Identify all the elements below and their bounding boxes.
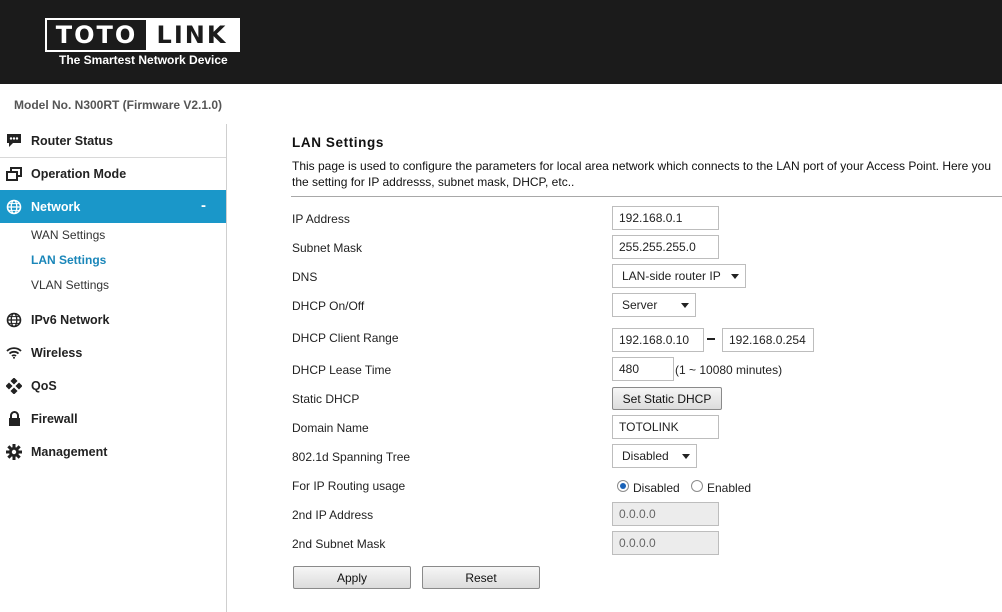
set-static-dhcp-button[interactable]: Set Static DHCP	[612, 387, 722, 410]
chevron-down-icon	[731, 274, 739, 279]
globe-icon	[6, 312, 22, 328]
second-ip-input[interactable]: 0.0.0.0	[612, 502, 719, 526]
sidebar-item-management[interactable]: Management	[0, 435, 226, 468]
logo-left-text: TOTO	[55, 21, 138, 49]
second-ip-label: 2nd IP Address	[292, 508, 374, 522]
lock-icon	[6, 410, 22, 427]
sidebar-item-operation-mode[interactable]: Operation Mode	[0, 157, 226, 190]
sidebar-item-qos[interactable]: QoS	[0, 369, 226, 402]
chevron-down-icon	[682, 454, 690, 459]
dhcp-label: DHCP On/Off	[292, 299, 365, 313]
static-dhcp-label: Static DHCP	[292, 392, 360, 406]
chevron-down-icon	[681, 303, 689, 308]
ip-routing-label: For IP Routing usage	[292, 479, 406, 493]
apply-button[interactable]: Apply	[293, 566, 411, 589]
sidebar-item-label: Router Status	[31, 133, 113, 148]
lease-time-label: DHCP Lease Time	[292, 363, 392, 377]
sidebar-item-label: IPv6 Network	[31, 312, 110, 327]
subnet-mask-input[interactable]: 255.255.255.0	[612, 235, 719, 259]
sidebar-item-label: Firewall	[31, 411, 78, 426]
dhcp-range-start-input[interactable]: 192.168.0.10	[612, 328, 704, 352]
sidebar-subitem-vlan-settings[interactable]: VLAN Settings	[31, 278, 109, 292]
ip-routing-enabled-radio[interactable]	[691, 480, 703, 492]
divider	[291, 196, 1002, 197]
second-mask-label: 2nd Subnet Mask	[292, 537, 386, 551]
dhcp-range-label: DHCP Client Range	[292, 331, 399, 345]
spanning-tree-select[interactable]: Disabled	[612, 444, 697, 468]
totolink-logo: TOTO LINK	[45, 18, 240, 52]
sidebar-item-router-status[interactable]: Router Status	[0, 124, 226, 157]
sidebar-item-label: Operation Mode	[31, 167, 127, 181]
sidebar-item-ipv6-network[interactable]: IPv6 Network	[0, 303, 226, 336]
subnet-mask-label: Subnet Mask	[292, 241, 363, 255]
globe-icon	[6, 199, 22, 215]
sidebar-item-wireless[interactable]: Wireless	[0, 336, 226, 369]
sidebar-item-label: Wireless	[31, 345, 83, 360]
collapse-icon[interactable]: -	[201, 197, 206, 214]
dhcp-select-value: Server	[622, 298, 658, 312]
dhcp-range-end-input[interactable]: 192.168.0.254	[722, 328, 814, 352]
reset-button[interactable]: Reset	[422, 566, 540, 589]
sidebar-subitem-lan-settings[interactable]: LAN Settings	[31, 253, 106, 267]
dns-label: DNS	[292, 270, 318, 284]
header-bar: TOTO LINK The Smartest Network Device	[0, 0, 1002, 84]
sidebar-item-firewall[interactable]: Firewall	[0, 402, 226, 435]
ip-routing-disabled-radio[interactable]	[617, 480, 629, 492]
second-mask-input[interactable]: 0.0.0.0	[612, 531, 719, 555]
windows-icon	[6, 166, 22, 182]
logo-right-text: LINK	[146, 20, 238, 50]
lease-time-input[interactable]: 480	[612, 357, 674, 381]
model-info: Model No. N300RT (Firmware V2.1.0)	[14, 98, 223, 112]
page-title: LAN Settings	[292, 135, 384, 150]
dns-select[interactable]: LAN-side router IP	[612, 264, 746, 288]
description-line-2: the setting for IP addresss, subnet mask…	[292, 175, 575, 189]
gear-icon	[6, 443, 22, 460]
page-description: This page is used to configure the param…	[292, 158, 1002, 190]
sidebar-item-network[interactable]: Network -	[0, 190, 226, 223]
ip-address-label: IP Address	[292, 212, 350, 226]
domain-name-input[interactable]: TOTOLINK	[612, 415, 719, 439]
spanning-tree-select-value: Disabled	[622, 449, 669, 463]
ip-address-input[interactable]: 192.168.0.1	[612, 206, 719, 230]
domain-name-label: Domain Name	[292, 421, 369, 435]
diamond-dots-icon	[6, 377, 22, 394]
spanning-tree-label: 802.1d Spanning Tree	[292, 450, 411, 464]
sidebar-item-label: QoS	[31, 378, 57, 393]
brand-tagline: The Smartest Network Device	[59, 53, 228, 67]
dhcp-select[interactable]: Server	[612, 293, 696, 317]
chat-bubble-icon	[6, 133, 22, 149]
sidebar-subitem-wan-settings[interactable]: WAN Settings	[31, 228, 105, 242]
wifi-icon	[6, 345, 22, 361]
ip-routing-enabled-label: Enabled	[707, 481, 752, 495]
sidebar: Router Status Operation Mode Network - W…	[0, 124, 227, 612]
sidebar-item-label: Network	[31, 199, 81, 214]
sidebar-item-label: Management	[31, 444, 108, 459]
lease-time-hint: (1 ~ 10080 minutes)	[675, 363, 783, 377]
ip-routing-disabled-label: Disabled	[633, 481, 680, 495]
dns-select-value: LAN-side router IP	[622, 269, 721, 283]
range-dash	[707, 338, 715, 340]
description-line-1: This page is used to configure the param…	[292, 159, 992, 173]
